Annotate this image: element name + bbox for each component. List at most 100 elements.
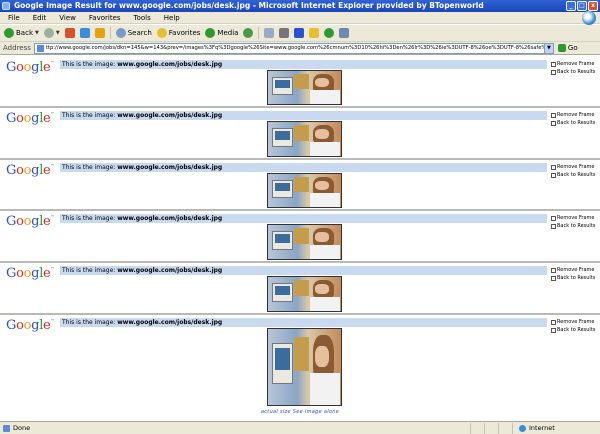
image-url-link[interactable]: www.google.com/jobs/desk.jpg [117,61,222,68]
back-to-results-label: Back to Results [557,223,596,229]
favorites-button[interactable]: Favorites [156,28,200,38]
image-url-link[interactable]: www.google.com/jobs/desk.jpg [117,319,222,326]
folder-icon[interactable] [309,28,320,38]
google-logo[interactable]: Google™ [6,163,54,178]
logo-trademark: ™ [50,214,55,219]
frame-links: Remove Frame Back to Results [551,163,595,179]
remove-frame-link[interactable]: Remove Frame [551,60,595,68]
desk-photo-thumbnail[interactable] [267,70,342,105]
image-caption[interactable]: actual size See image alone [0,409,600,415]
back-button[interactable]: Back ▼ [4,28,39,38]
search-button[interactable]: Search [115,28,152,38]
internet-zone-icon [519,424,526,432]
remove-frame-link[interactable]: Remove Frame [551,318,595,326]
image-result-frame: Google™ This is the image: www.google.com… [0,108,600,160]
address-dropdown-icon[interactable]: ▼ [543,43,553,53]
desk-photo-thumbnail[interactable] [267,328,342,406]
image-info-bar: This is the image: www.google.com/jobs/d… [60,163,547,172]
desk-photo-thumbnail[interactable] [267,173,342,208]
image-result-frame: Google™ This is the image: www.google.com… [0,315,600,421]
dropdown-arrow-icon[interactable]: ▼ [56,30,60,36]
print-icon[interactable] [279,28,290,38]
media-icon [205,28,216,38]
messenger-icon[interactable] [324,28,335,38]
status-text: Done [13,424,31,432]
search-icon [115,28,126,38]
desk-photo-thumbnail[interactable] [267,276,342,312]
close-box-icon [551,120,556,126]
google-logo[interactable]: Google™ [6,214,54,229]
go-arrow-icon [557,44,566,52]
forward-arrow-icon [43,28,54,38]
close-button[interactable]: x [588,1,598,11]
desk-photo-thumbnail[interactable] [267,121,342,157]
home-icon[interactable] [94,28,105,38]
image-info-bar: This is the image: www.google.com/jobs/d… [60,318,547,327]
image-url-link[interactable]: www.google.com/jobs/desk.jpg [117,164,222,171]
back-to-results-link[interactable]: Back to Results [551,222,595,230]
frame-links: Remove Frame Back to Results [551,318,595,334]
refresh-icon[interactable] [79,28,90,38]
minimize-button[interactable]: _ [566,1,576,11]
menu-view[interactable]: View [59,14,76,22]
google-logo[interactable]: Google™ [6,318,54,333]
mail-icon[interactable] [264,28,275,38]
google-logo[interactable]: Google™ [6,111,54,126]
image-url-link[interactable]: www.google.com/jobs/desk.jpg [117,112,222,119]
desk-photo-thumbnail[interactable] [267,224,342,260]
back-to-results-link[interactable]: Back to Results [551,68,595,76]
remove-frame-label: Remove Frame [557,215,595,221]
remove-frame-label: Remove Frame [557,112,595,118]
remove-frame-link[interactable]: Remove Frame [551,214,595,222]
remove-frame-link[interactable]: Remove Frame [551,111,595,119]
menu-tools[interactable]: Tools [134,14,151,22]
stop-icon[interactable] [64,28,75,38]
dropdown-arrow-icon[interactable]: ▼ [35,30,39,36]
back-to-results-link[interactable]: Back to Results [551,171,595,179]
status-cell [484,422,498,434]
close-box-icon [551,267,556,273]
menu-favorites[interactable]: Favorites [89,14,121,22]
remove-frame-link[interactable]: Remove Frame [551,266,595,274]
menu-file[interactable]: File [8,14,20,22]
menu-edit[interactable]: Edit [33,14,47,22]
back-to-results-label: Back to Results [557,69,596,75]
image-url-link[interactable]: www.google.com/jobs/desk.jpg [117,267,222,274]
image-result-frame: Google™ This is the image: www.google.com… [0,160,600,211]
image-prefix: This is the image: [62,164,118,171]
close-box-icon [551,164,556,170]
research-icon[interactable] [339,28,350,38]
window-title: Google Image Result for www.google.com/j… [14,1,484,10]
logo-trademark: ™ [50,60,55,65]
go-button[interactable]: Go [557,44,578,52]
history-icon[interactable] [243,28,254,38]
image-info-bar: This is the image: www.google.com/jobs/d… [60,60,547,69]
menu-bar: File Edit View Favorites Tools Help [0,12,600,24]
address-label: Address [3,44,31,52]
status-cell [470,422,484,434]
back-to-results-link[interactable]: Back to Results [551,326,595,334]
image-result-frame: Google™ This is the image: www.google.com… [0,211,600,263]
address-url[interactable]: ttp://www.google.com/jobs/dkn=145&w=143&… [46,45,544,51]
remove-frame-link[interactable]: Remove Frame [551,163,595,171]
logo-trademark: ™ [50,163,55,168]
maximize-button[interactable]: □ [577,1,587,11]
media-button[interactable]: Media [205,28,238,38]
close-box-icon [551,172,556,178]
image-prefix: This is the image: [62,319,118,326]
back-arrow-icon [4,28,14,38]
search-label: Search [127,29,152,37]
word-edit-icon[interactable] [294,28,305,38]
image-url-link[interactable]: www.google.com/jobs/desk.jpg [117,215,222,222]
back-to-results-link[interactable]: Back to Results [551,119,595,127]
star-icon [156,28,167,38]
address-input[interactable]: ttp://www.google.com/jobs/dkn=145&w=143&… [33,42,554,54]
forward-button[interactable]: ▼ [43,28,60,38]
google-logo[interactable]: Google™ [6,266,54,281]
image-result-frame: Google™ This is the image: www.google.com… [0,263,600,315]
image-result-frame: Google™ This is the image: www.google.com… [0,57,600,108]
back-to-results-link[interactable]: Back to Results [551,274,595,282]
google-logo[interactable]: Google™ [6,60,54,75]
menu-help[interactable]: Help [164,14,180,22]
frame-links: Remove Frame Back to Results [551,214,595,230]
